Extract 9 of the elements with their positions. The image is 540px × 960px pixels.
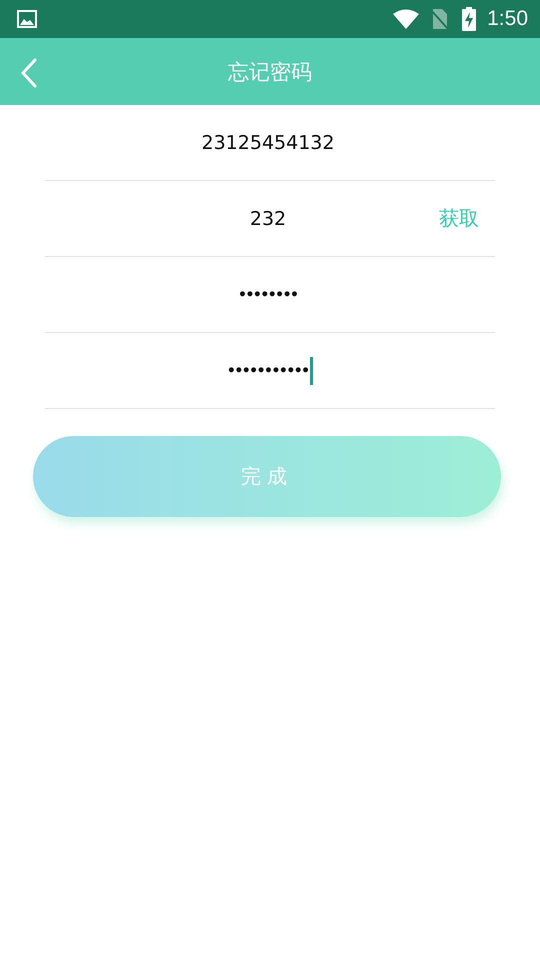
page-title: 忘记密码: [228, 58, 312, 86]
input-field[interactable]: ••••••••: [45, 257, 495, 332]
image-icon: [17, 10, 37, 28]
clock-time: 1:50: [487, 7, 528, 31]
input-field[interactable]: 23125454132: [45, 105, 495, 180]
input-field[interactable]: 232: [45, 181, 429, 256]
input-field[interactable]: •••••••••••: [45, 333, 495, 408]
wifi-icon: [393, 9, 420, 29]
battery-icon: [461, 7, 478, 31]
